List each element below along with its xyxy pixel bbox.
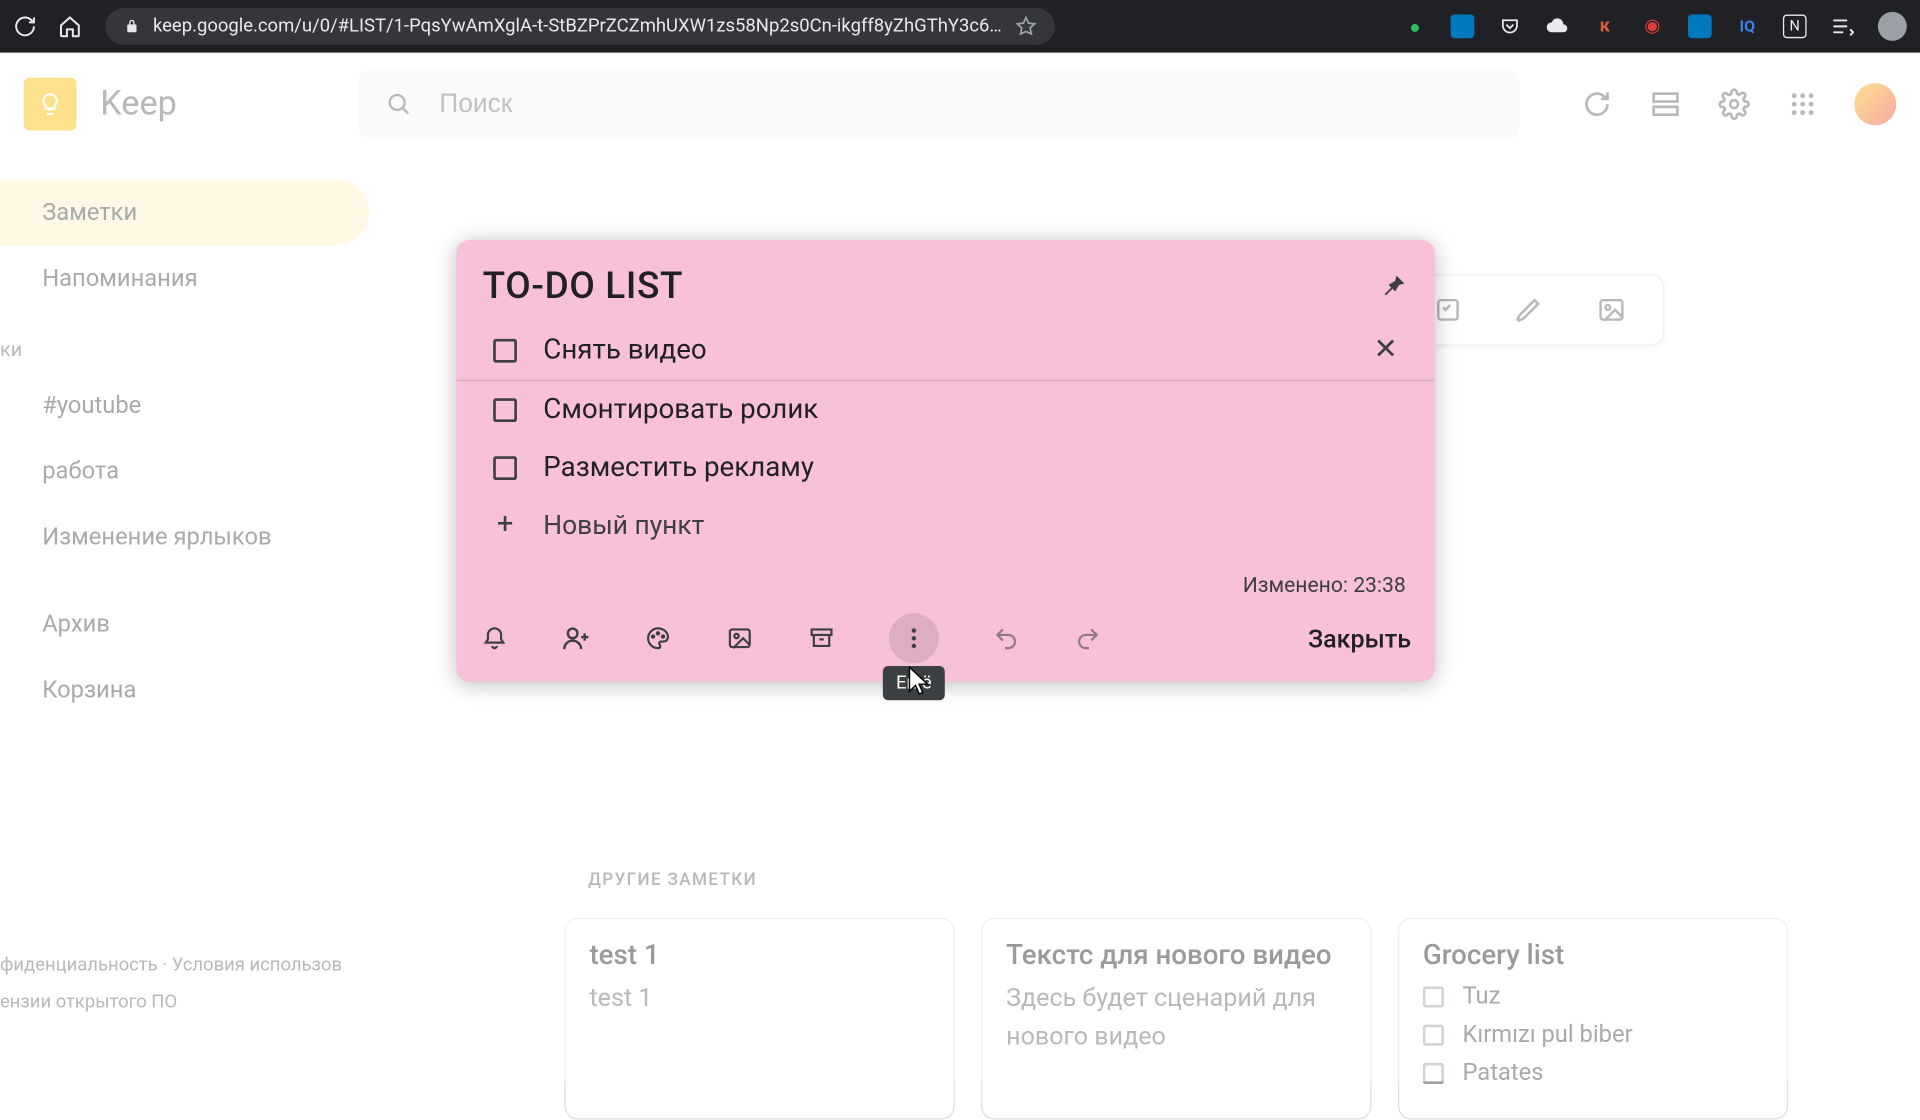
plus-icon: + xyxy=(493,508,517,541)
redo-icon[interactable] xyxy=(1073,624,1102,653)
ext-avatar-icon[interactable] xyxy=(1878,12,1907,41)
add-item-label: Новый пункт xyxy=(543,508,704,540)
star-icon[interactable] xyxy=(1015,16,1036,37)
checklist-item[interactable]: Снять видео ✕ xyxy=(456,320,1434,381)
checklist-item[interactable]: Смонтировать ролик xyxy=(456,381,1434,439)
home-icon[interactable] xyxy=(58,15,82,39)
remind-icon[interactable] xyxy=(480,624,509,653)
note-editor-modal: TO-DO LIST Снять видео ✕ Смонтировать ро… xyxy=(456,240,1434,682)
pin-icon[interactable] xyxy=(1377,270,1409,302)
collaborator-icon[interactable] xyxy=(562,624,591,653)
ext-trello2-icon[interactable] xyxy=(1688,15,1712,39)
checklist-text[interactable]: Смонтировать ролик xyxy=(543,394,1398,426)
note-toolbar: Ещё Закрыть xyxy=(456,605,1434,681)
undo-icon[interactable] xyxy=(992,624,1021,653)
lock-icon xyxy=(124,18,140,34)
archive-icon[interactable] xyxy=(807,624,836,653)
close-button[interactable]: Закрыть xyxy=(1308,623,1411,653)
more-icon[interactable]: Ещё xyxy=(889,613,939,663)
url-text: keep.google.com/u/0/#LIST/1-PqsYwAmXglA-… xyxy=(153,16,1002,37)
checklist-text[interactable]: Разместить рекламу xyxy=(543,452,1398,484)
checkbox-icon[interactable] xyxy=(493,398,517,422)
checklist-item[interactable]: Разместить рекламу xyxy=(456,439,1434,497)
checklist-text[interactable]: Снять видео xyxy=(543,334,1347,366)
ext-playlist-icon[interactable] xyxy=(1830,15,1854,39)
image-icon[interactable] xyxy=(725,624,754,653)
cursor-icon xyxy=(905,665,934,699)
ext-trello-icon[interactable] xyxy=(1451,15,1475,39)
ext-notion-icon[interactable]: N xyxy=(1783,15,1807,39)
browser-chrome: keep.google.com/u/0/#LIST/1-PqsYwAmXglA-… xyxy=(0,0,1920,53)
ext-evernote-icon[interactable]: ● xyxy=(1403,15,1427,39)
address-bar[interactable]: keep.google.com/u/0/#LIST/1-PqsYwAmXglA-… xyxy=(105,8,1054,45)
reload-icon[interactable] xyxy=(13,15,37,39)
ext-spiral-icon[interactable]: ◉ xyxy=(1640,15,1664,39)
ext-k-icon[interactable]: к xyxy=(1593,15,1617,39)
delete-item-icon[interactable]: ✕ xyxy=(1374,334,1398,367)
ext-cloud-icon[interactable] xyxy=(1546,15,1570,39)
palette-icon[interactable] xyxy=(644,624,673,653)
ext-pocket-icon[interactable] xyxy=(1498,15,1522,39)
note-meta: Изменено: 23:38 xyxy=(456,554,1434,605)
add-checklist-item[interactable]: + Новый пункт xyxy=(456,497,1434,554)
checkbox-icon[interactable] xyxy=(493,456,517,480)
ext-iq-icon[interactable]: IQ xyxy=(1735,15,1759,39)
note-title-input[interactable]: TO-DO LIST xyxy=(483,264,1377,308)
checkbox-icon[interactable] xyxy=(493,338,517,362)
